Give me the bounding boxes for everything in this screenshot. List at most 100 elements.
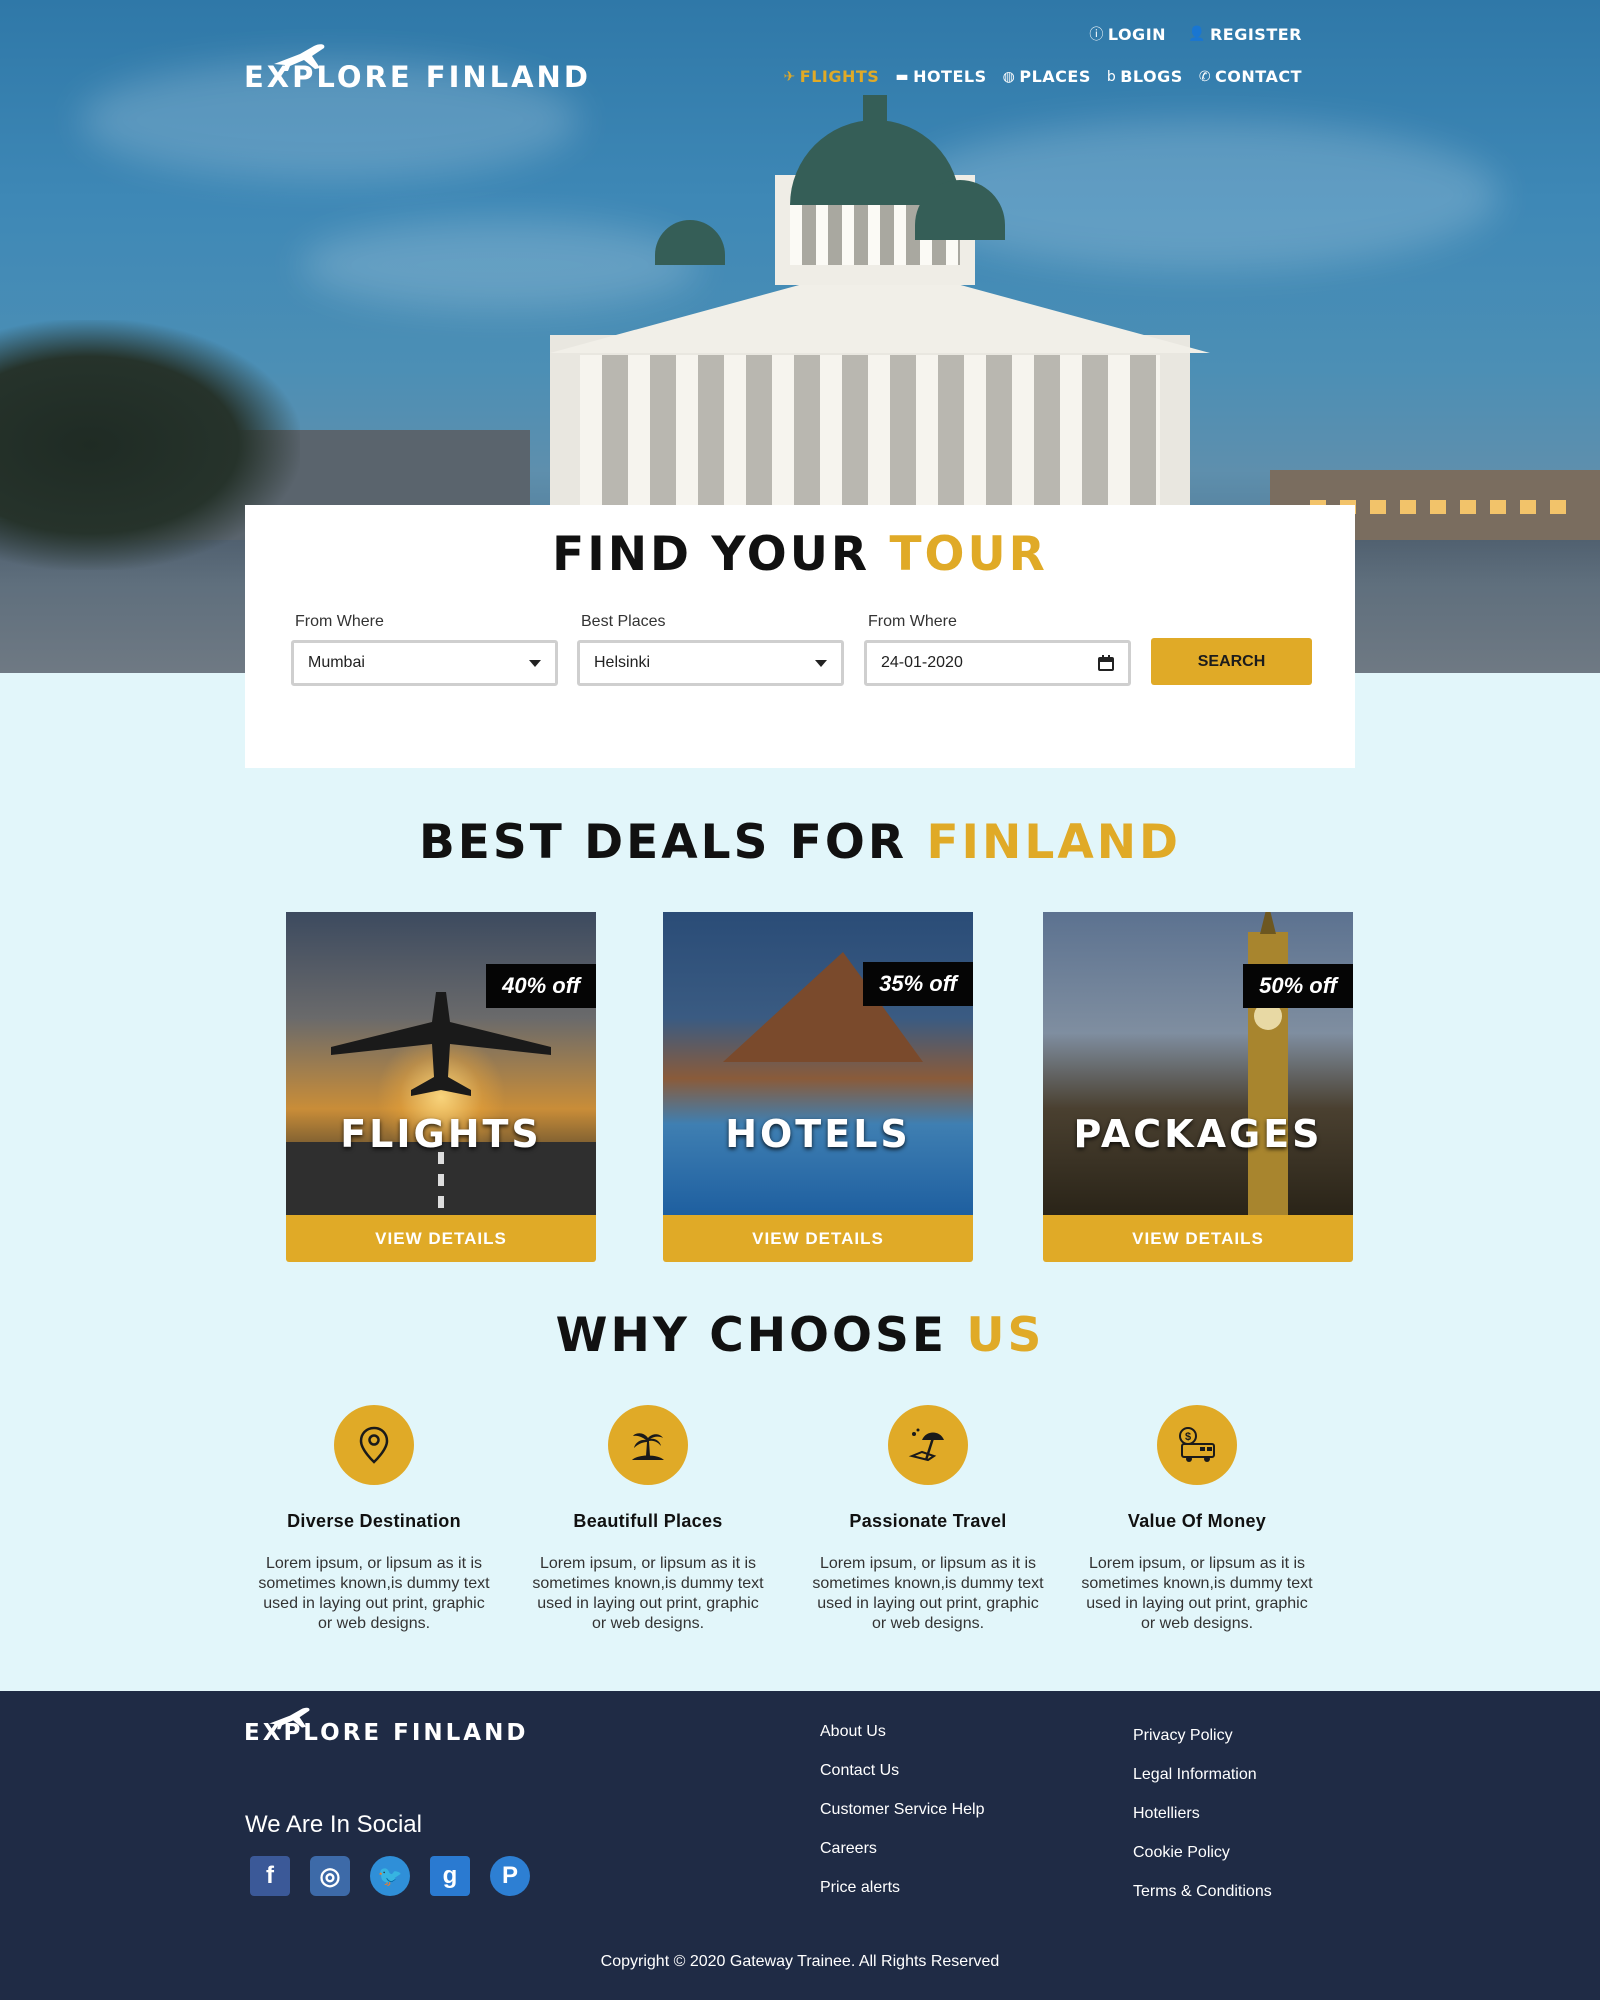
hotels-image[interactable]: 35% off HOTELS <box>663 912 973 1215</box>
view-details-button[interactable]: VIEW DETAILS <box>286 1215 596 1262</box>
why-title-accent: US <box>966 1308 1045 1363</box>
social-title: We Are In Social <box>245 1811 422 1838</box>
deal-card-flights: 40% off FLIGHTS VIEW DETAILS <box>286 912 596 1262</box>
footer-link-service-help[interactable]: Customer Service Help <box>820 1799 985 1820</box>
feature-value-of-money: $ Value Of Money Lorem ipsum, or lipsum … <box>1072 1405 1322 1634</box>
plane-logo-icon <box>269 1707 310 1730</box>
flights-image[interactable]: 40% off FLIGHTS <box>286 912 596 1215</box>
deal-card-hotels: 35% off HOTELS VIEW DETAILS <box>663 912 973 1262</box>
footer-link-hotelliers[interactable]: Hotelliers <box>1133 1803 1272 1824</box>
search-button[interactable]: SEARCH <box>1151 638 1312 685</box>
view-details-button[interactable]: VIEW DETAILS <box>1043 1215 1353 1262</box>
palm-island-icon <box>632 1433 664 1460</box>
from-where-select[interactable]: Mumbai <box>291 640 558 686</box>
date-input[interactable]: 24-01-2020 <box>864 640 1131 686</box>
feature-icon-circle <box>334 1405 414 1485</box>
plane-icon: ✈ <box>783 68 796 85</box>
date-label: From Where <box>868 613 957 630</box>
login-link[interactable]: ⓘ LOGIN <box>1089 24 1166 44</box>
footer-link-privacy[interactable]: Privacy Policy <box>1133 1725 1272 1746</box>
plane-logo-icon <box>274 44 325 71</box>
discount-badge: 50% off <box>1243 964 1353 1008</box>
cathedral-image <box>550 95 1210 535</box>
login-label: LOGIN <box>1107 24 1167 44</box>
search-title: FIND YOUR TOUR <box>245 527 1355 582</box>
from-where-field: From Where Mumbai <box>291 613 558 686</box>
date-field: From Where 24-01-2020 <box>864 613 1131 686</box>
feature-text: Lorem ipsum, or lipsum as it is sometime… <box>812 1555 1044 1632</box>
footer-link-cookie[interactable]: Cookie Policy <box>1133 1842 1272 1863</box>
facebook-icon[interactable]: f <box>250 1856 290 1896</box>
nav-places-label: PLACES <box>1019 67 1091 86</box>
nav-contact[interactable]: ✆ CONTACT <box>1199 67 1302 86</box>
nav-hotels-label: HOTELS <box>913 67 987 86</box>
best-places-label: Best Places <box>581 613 666 630</box>
feature-beautiful-places: Beautifull Places Lorem ipsum, or lipsum… <box>523 1405 773 1634</box>
twitter-icon[interactable]: 🐦 <box>370 1856 410 1896</box>
footer-brand-logo[interactable]: EXPLORE FINLAND <box>244 1707 528 1746</box>
from-where-label: From Where <box>295 613 384 630</box>
footer: We Are In Social f ◎ 🐦 g P About Us Cont… <box>0 1691 1600 1923</box>
chevron-down-icon <box>529 659 541 667</box>
nav-flights[interactable]: ✈ FLIGHTS <box>784 67 880 86</box>
search-card: FIND YOUR TOUR From Where Mumbai Best Pl… <box>245 505 1355 768</box>
feature-title: Beautifull Places <box>573 1511 723 1531</box>
beach-umbrella-icon <box>908 1428 944 1462</box>
feature-icon-circle: $ <box>1157 1405 1237 1485</box>
deals-title-accent: FINLAND <box>926 815 1182 870</box>
nav-hotels[interactable]: ▬ HOTELS <box>895 67 986 86</box>
svg-text:$: $ <box>1185 1431 1191 1443</box>
nav-contact-label: CONTACT <box>1215 67 1302 86</box>
deal-label: PACKAGES <box>1073 1112 1323 1156</box>
feature-text: Lorem ipsum, or lipsum as it is sometime… <box>1081 1555 1313 1632</box>
calendar-icon[interactable] <box>1098 655 1114 671</box>
view-details-button[interactable]: VIEW DETAILS <box>663 1215 973 1262</box>
footer-link-contact[interactable]: Contact Us <box>820 1760 985 1781</box>
brand-logo[interactable]: EXPLORE FINLAND <box>244 44 591 94</box>
nav-blogs[interactable]: b BLOGS <box>1107 67 1183 86</box>
user-circle-icon: ⓘ <box>1089 27 1104 43</box>
feature-text: Lorem ipsum, or lipsum as it is sometime… <box>258 1555 490 1632</box>
date-value: 24-01-2020 <box>881 654 963 671</box>
footer-link-careers[interactable]: Careers <box>820 1838 985 1859</box>
feature-icon-circle <box>608 1405 688 1485</box>
account-links: ⓘ LOGIN 👤 REGISTER <box>1089 24 1302 44</box>
discount-badge: 40% off <box>486 964 596 1008</box>
feature-diverse-destination: Diverse Destination Lorem ipsum, or lips… <box>249 1405 499 1634</box>
footer-link-terms[interactable]: Terms & Conditions <box>1133 1881 1272 1902</box>
feature-text: Lorem ipsum, or lipsum as it is sometime… <box>532 1555 764 1632</box>
instagram-icon[interactable]: ◎ <box>310 1856 350 1896</box>
search-title-main: FIND YOUR <box>552 527 871 582</box>
footer-link-about[interactable]: About Us <box>820 1721 985 1742</box>
why-title: WHY CHOOSE US <box>0 1308 1600 1363</box>
footer-link-legal[interactable]: Legal Information <box>1133 1764 1272 1785</box>
search-title-accent: TOUR <box>889 527 1048 582</box>
deal-card-packages: 50% off PACKAGES VIEW DETAILS <box>1043 912 1353 1262</box>
from-where-value: Mumbai <box>308 654 365 671</box>
user-add-icon: 👤 <box>1188 26 1206 42</box>
footer-links-col1: About Us Contact Us Customer Service Hel… <box>820 1721 985 1898</box>
footer-links-col2: Privacy Policy Legal Information Hotelli… <box>1133 1725 1272 1902</box>
feature-passionate-travel: Passionate Travel Lorem ipsum, or lipsum… <box>803 1405 1053 1634</box>
deals-title-main: BEST DEALS FOR <box>418 815 908 870</box>
nav-blogs-label: BLOGS <box>1120 67 1183 86</box>
money-van-icon: $ <box>1179 1427 1215 1462</box>
nav-places[interactable]: ◍ PLACES <box>1003 67 1091 86</box>
register-link[interactable]: 👤 REGISTER <box>1188 24 1302 44</box>
feature-title: Passionate Travel <box>849 1511 1007 1531</box>
chevron-down-icon <box>815 659 827 667</box>
deal-label: FLIGHTS <box>340 1112 542 1156</box>
footer-link-price-alerts[interactable]: Price alerts <box>820 1877 985 1898</box>
why-title-main: WHY CHOOSE <box>555 1308 947 1363</box>
feature-title: Value Of Money <box>1127 1511 1267 1531</box>
best-places-field: Best Places Helsinki <box>577 613 844 686</box>
register-label: REGISTER <box>1209 24 1302 44</box>
packages-image[interactable]: 50% off PACKAGES <box>1043 912 1353 1215</box>
bed-icon: ▬ <box>895 68 910 85</box>
map-pin-icon <box>359 1426 389 1464</box>
google-icon[interactable]: g <box>430 1856 470 1896</box>
social-icons: f ◎ 🐦 g P <box>250 1856 530 1896</box>
best-places-select[interactable]: Helsinki <box>577 640 844 686</box>
pinterest-icon[interactable]: P <box>490 1856 530 1896</box>
blog-icon: b <box>1106 68 1117 85</box>
